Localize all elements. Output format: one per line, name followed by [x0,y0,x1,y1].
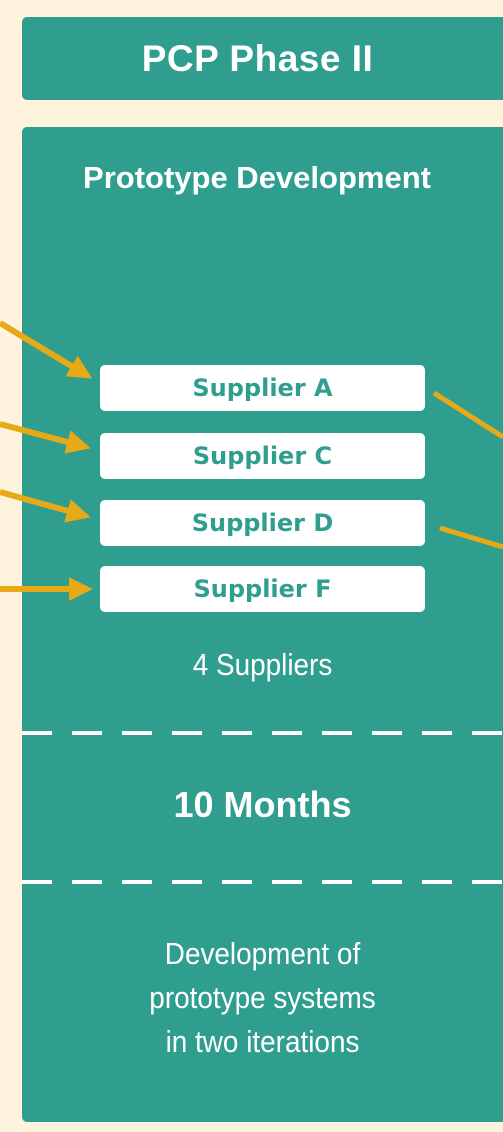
diagram-canvas: PCP Phase II Prototype Development Suppl… [0,0,503,1132]
description-line-1: Development of [164,936,361,971]
supplier-box-a: Supplier A [100,365,425,411]
description-line-3: in two iterations [165,1024,360,1059]
phase-title: Prototype Development [83,160,431,195]
description-line-2: prototype systems [149,980,376,1015]
supplier-box-d: Supplier D [100,500,425,546]
phase-description: Development of prototype systems in two … [22,932,503,1064]
phase-header-box: PCP Phase II [22,17,503,100]
duration-label: 10 Months [173,784,352,825]
supplier-box-c: Supplier C [100,433,425,479]
phase-content-panel: Prototype Development Supplier A Supplie… [22,127,503,1122]
phase-header-title: PCP Phase II [141,37,374,79]
supplier-count-label: 4 Suppliers [192,647,333,682]
supplier-box-f: Supplier F [100,566,425,612]
